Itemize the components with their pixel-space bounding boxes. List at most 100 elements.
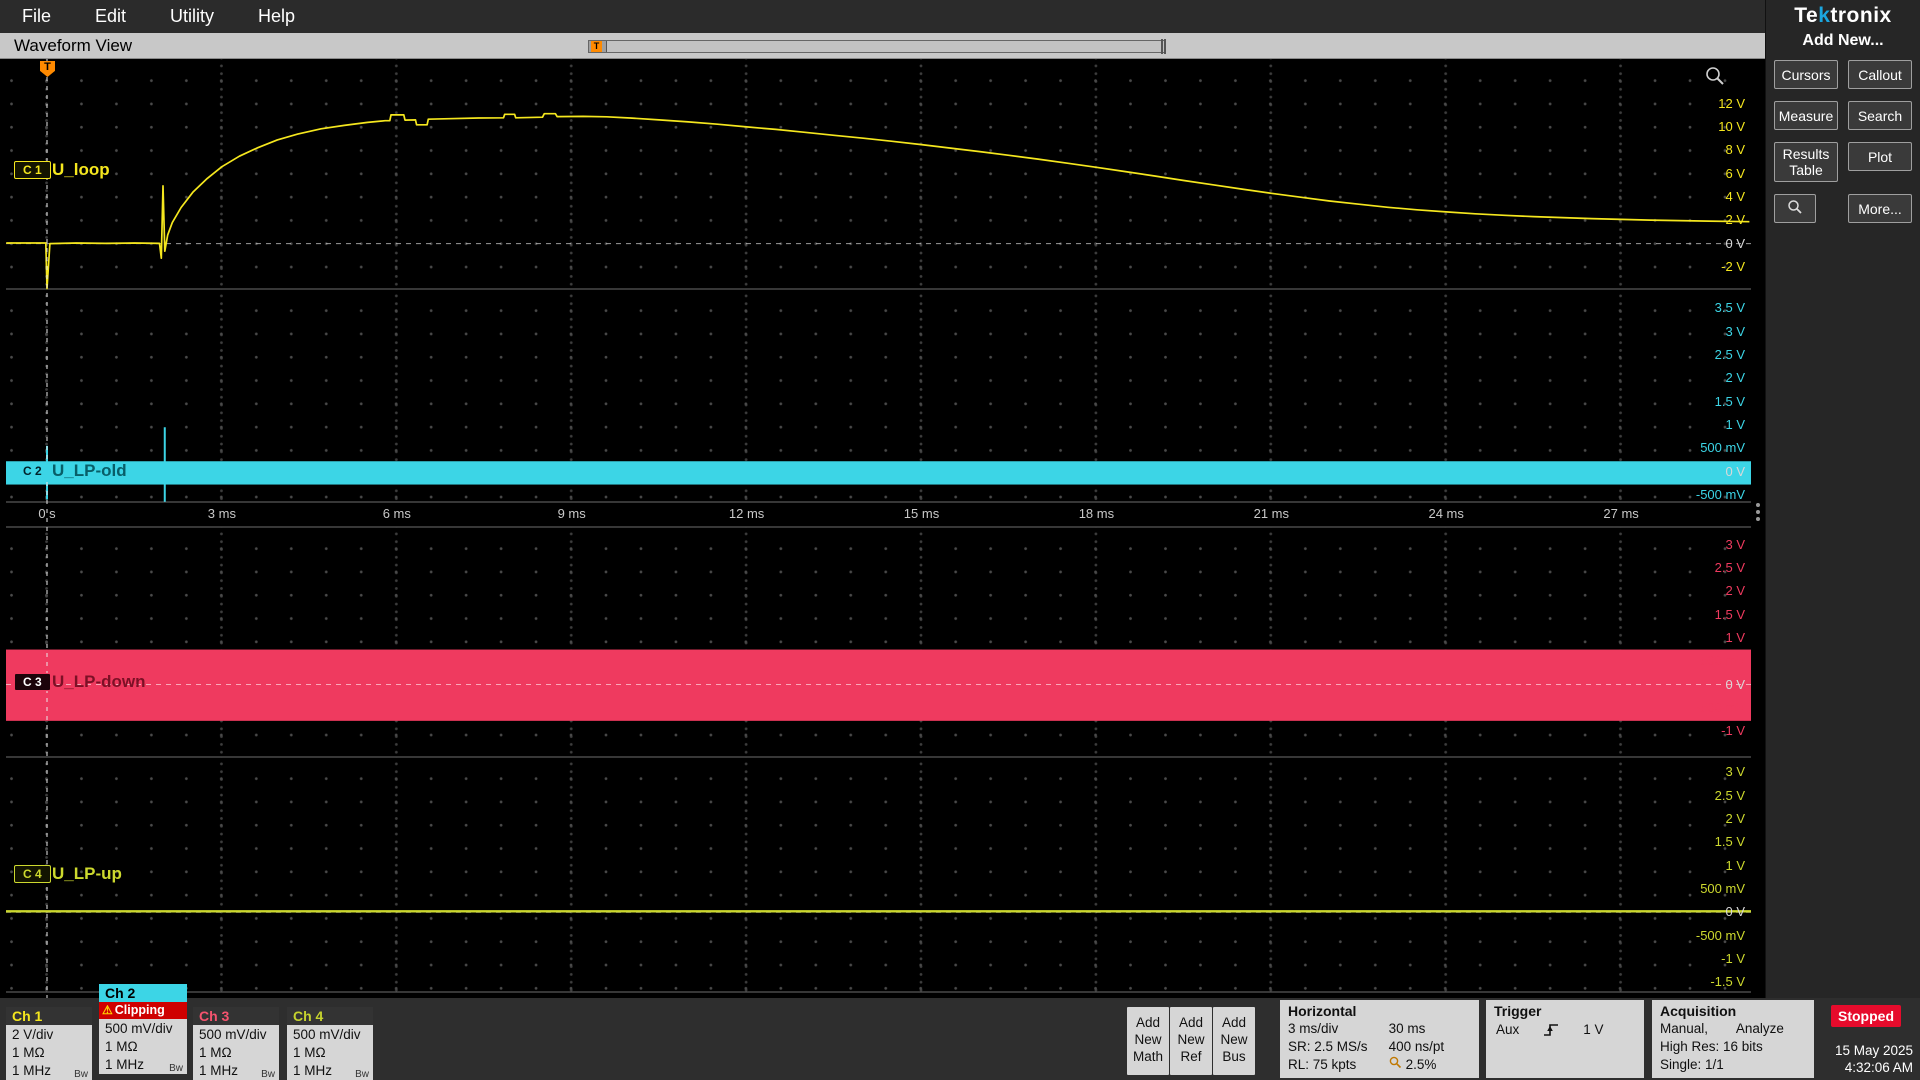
volt-axis-label: 500 mV [1700, 440, 1745, 456]
run-state-badge: Stopped [1831, 1005, 1901, 1027]
volt-axis-label: -1 V [1721, 723, 1745, 739]
ch4-bandwidth: 1 MHz Bw [293, 1062, 369, 1080]
trigger-panel[interactable]: Trigger Aux 1 V [1486, 1000, 1644, 1078]
acquisition-single: Single: 1/1 [1660, 1057, 1724, 1072]
volt-axis-label: 1.5 V [1714, 393, 1745, 409]
horizontal-sample-rate: SR: 2.5 MS/s [1288, 1039, 1368, 1054]
volt-axis-label: 1 V [1725, 629, 1745, 645]
pan-thumb[interactable]: T [589, 41, 607, 52]
channel4-badge: Ch 4 [287, 1007, 373, 1025]
bw-limit-icon: Bw [169, 1063, 183, 1074]
volt-axis-label: -500 mV [1695, 699, 1745, 715]
menu-item-help[interactable]: Help [258, 6, 295, 27]
zoom-mode-button[interactable] [1774, 194, 1816, 223]
ch1-impedance: 1 MΩ [12, 1045, 45, 1060]
plot-channel-badge-4[interactable]: C 4 [14, 865, 51, 883]
zoom-magnifier-icon [1389, 1056, 1402, 1074]
add-new-title: Add New... [1802, 32, 1884, 49]
channel3-settings-box[interactable]: Ch 3 500 mV/div 1 MΩ 1 MHz Bw [193, 1007, 279, 1080]
plot-channel-label-4[interactable]: U_LP-up [52, 864, 122, 884]
waveform-view-title: Waveform View [14, 35, 133, 55]
volt-axis-label: 2 V [1725, 583, 1745, 599]
volt-axis-label: -500 mV [1695, 486, 1745, 502]
search-button[interactable]: Search [1848, 101, 1912, 130]
horizontal-resolution: 400 ns/pt [1388, 1039, 1445, 1054]
oscilloscope-app: File Edit Utility Help Waveform View T T… [0, 0, 1920, 1080]
volt-axis-label: 0 V [1725, 463, 1745, 479]
date-time: 15 May 2025 4:32:06 AM [1805, 1042, 1913, 1076]
volt-axis-label: 2 V [1725, 370, 1745, 386]
channel2-badge: Ch 2 [99, 984, 187, 1002]
ch4-scale: 500 mV/div [293, 1027, 361, 1042]
plot-channel-badge-3[interactable]: C 3 [14, 673, 51, 691]
acquisition-rows: Manual, Analyze [1652, 1020, 1814, 1038]
volt-axis-label: 1 V [1725, 857, 1745, 873]
more-button[interactable]: More... [1848, 194, 1912, 223]
plot-zoom-icon[interactable] [1704, 65, 1726, 92]
channel3-info: 500 mV/div 1 MΩ 1 MHz Bw [193, 1025, 279, 1080]
add-new-bus-button[interactable]: Add New Bus [1213, 1007, 1255, 1075]
ch2-scale: 500 mV/div [105, 1021, 173, 1036]
time-axis-label: 6 ms [382, 506, 411, 521]
horizontal-title: Horizontal [1288, 1003, 1357, 1019]
time-axis-label: 9 ms [557, 506, 586, 521]
ch1-scale: 2 V/div [12, 1027, 54, 1042]
volt-axis-label: 2.5 V [1714, 787, 1745, 803]
add-new-ref-button[interactable]: Add New Ref [1170, 1007, 1212, 1075]
results-table-button[interactable]: Results Table [1774, 142, 1838, 182]
add-new-math-button[interactable]: Add New Math [1127, 1007, 1169, 1075]
ch4-impedance: 1 MΩ [293, 1045, 326, 1060]
volt-axis-label: 500 mV [1700, 880, 1745, 896]
volt-axis-label: 0 V [1725, 904, 1745, 920]
volt-axis-label: 2.5 V [1714, 560, 1745, 575]
channel4-info: 500 mV/div 1 MΩ 1 MHz Bw [287, 1025, 373, 1080]
plot-channel-badge-2[interactable]: C 2 [14, 462, 51, 480]
volt-axis-label: 1.5 V [1714, 834, 1745, 850]
tektronix-logo: Te k tronix [1794, 0, 1891, 32]
pan-end-cap [1161, 39, 1166, 54]
sidebar: Te k tronix Add New... Cursors Callout Mea… [1765, 0, 1920, 998]
waveform-traces [6, 59, 1751, 998]
time-axis-label: 21 ms [1253, 506, 1289, 521]
menu-item-file[interactable]: File [22, 6, 51, 27]
volt-axis-label: 3 V [1725, 323, 1745, 339]
channel1-badge: Ch 1 [6, 1007, 92, 1025]
volt-axis-label: 3.5 V [1714, 300, 1745, 316]
waveform-plot[interactable]: T 12 V 10 V8 V6 V4 V2 V0 V -2 V 3.5 V3 V 2.5… [6, 59, 1751, 998]
acquisition-panel[interactable]: Acquisition Manual, Analyze High Res: 16… [1652, 1000, 1814, 1078]
time-axis-label: 0 s [38, 506, 56, 521]
volt-axis-label: 8 V [1725, 142, 1745, 158]
channel2-settings-box[interactable]: Ch 2 ⚠ Clipping 500 mV/div 1 MΩ 1 MHz Bw [99, 984, 187, 1078]
time-axis-label: 18 ms [1078, 506, 1115, 521]
volt-axis-label: 3 V [1725, 536, 1745, 552]
channel4-settings-box[interactable]: Ch 4 500 mV/div 1 MΩ 1 MHz Bw [287, 1007, 373, 1080]
plot-channel-label-1[interactable]: U_loop [52, 160, 110, 180]
waveform-view-header: Waveform View T [0, 33, 1765, 59]
plot-channel-badge-1[interactable]: C 1 [14, 161, 51, 179]
horizontal-panel[interactable]: Horizontal 3 ms/div 30 ms SR: 2.5 MS/s 4… [1280, 1000, 1479, 1078]
plot-button[interactable]: Plot [1848, 142, 1912, 171]
menu-item-edit[interactable]: Edit [95, 6, 126, 27]
sidebar-button-grid: Cursors Callout Measure Search Results T… [1774, 60, 1912, 223]
pan-trigger-marker[interactable]: T [591, 41, 602, 52]
logo-text-2: tronix [1830, 4, 1892, 27]
panel-drag-handle[interactable] [1756, 503, 1760, 507]
plot-channel-label-2[interactable]: U_LP-old [52, 461, 127, 481]
callout-button[interactable]: Callout [1848, 60, 1912, 89]
acquisition-title: Acquisition [1660, 1003, 1737, 1019]
plot-channel-label-3[interactable]: U_LP-down [52, 672, 146, 692]
volt-axis-label: -1 V [1721, 950, 1745, 966]
time-label: 4:32:06 AM [1844, 1060, 1913, 1075]
volt-axis-label: -2 V [1721, 258, 1745, 274]
volt-axis-label: 3 V [1725, 764, 1745, 780]
measure-button[interactable]: Measure [1774, 101, 1838, 130]
cursors-button[interactable]: Cursors [1774, 60, 1838, 89]
menu-item-utility[interactable]: Utility [170, 6, 214, 27]
horizontal-pan-bar[interactable]: T [588, 39, 1166, 54]
magnifier-icon [1787, 199, 1803, 218]
channel1-settings-box[interactable]: Ch 1 2 V/div 1 MΩ 1 MHz Bw [6, 1007, 92, 1080]
warning-icon: ⚠ [102, 1003, 113, 1017]
time-axis-label: 24 ms [1428, 506, 1464, 521]
volt-axis-label: 10 V [1718, 119, 1745, 135]
channel1-info: 2 V/div 1 MΩ 1 MHz Bw [6, 1025, 92, 1080]
